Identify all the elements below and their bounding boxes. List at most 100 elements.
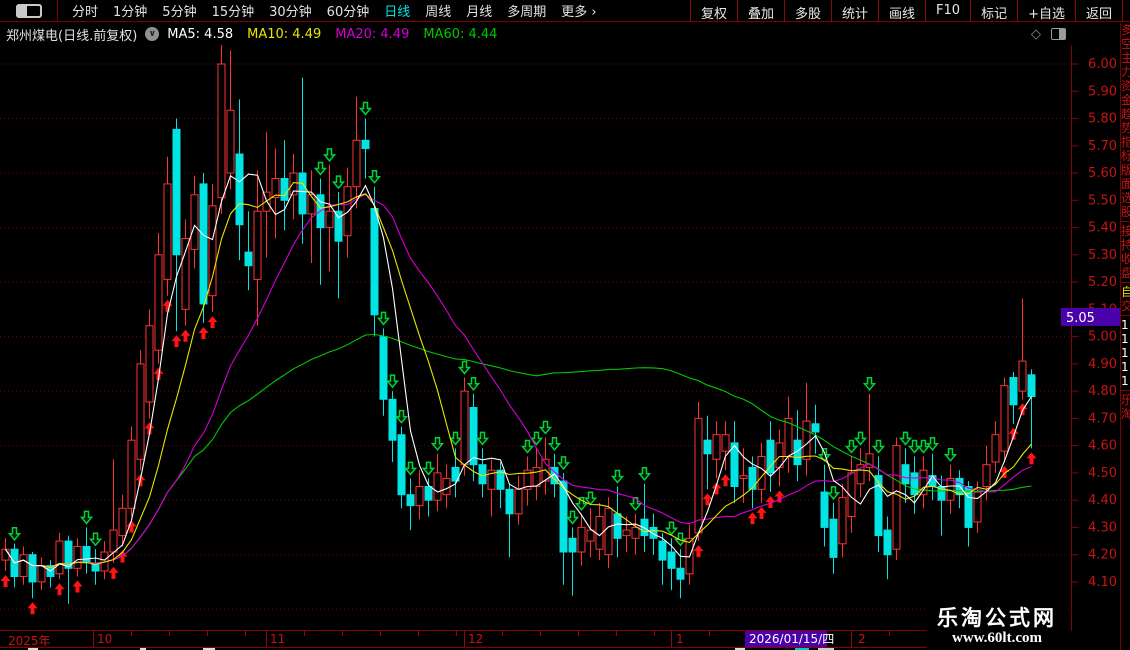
week-tick: [456, 631, 457, 636]
candle-up: [442, 477, 451, 496]
candle-down: [28, 554, 37, 583]
period-tabs: 分时 1分钟 5分钟 15分钟 30分钟 60分钟 日线 周线 月线 多周期 更多 ›: [58, 1, 597, 20]
topbar-button-5[interactable]: F10: [926, 0, 972, 22]
week-tick: [418, 631, 419, 636]
topbar-button-7[interactable]: +自选: [1018, 0, 1076, 22]
price-badge-value: 5.05: [1066, 311, 1095, 326]
strip-menu-char: 力: [1121, 65, 1130, 79]
candle-up: [982, 464, 991, 488]
candle-down: [658, 540, 667, 561]
week-tick: [889, 631, 890, 636]
tab-period-1[interactable]: 1分钟: [113, 1, 147, 20]
candle-down: [964, 486, 973, 528]
sell-signal-arrow-icon: [556, 456, 571, 471]
candle-up: [343, 186, 352, 237]
y-axis-label: 5.00: [1088, 330, 1117, 345]
chevron-down-icon[interactable]: ∨: [145, 27, 160, 41]
candle-up: [1, 548, 10, 561]
strip-menu-char: 面: [1121, 177, 1130, 191]
strip-menu-char: 自: [1121, 285, 1130, 299]
right-panel-strip[interactable]: 多空主力资金趋势指标版面选股接持收盘自交11111乐淘: [1120, 23, 1130, 650]
tab-period-4[interactable]: 30分钟: [269, 1, 312, 20]
candle-up: [604, 507, 613, 556]
candle-down: [613, 513, 622, 539]
week-tick: [578, 631, 579, 636]
candle-down: [379, 336, 388, 400]
tab-period-3[interactable]: 15分钟: [212, 1, 255, 20]
sell-signal-arrow-icon: [925, 437, 940, 451]
candle-up: [127, 439, 136, 509]
sell-signal-arrow-icon: [367, 169, 382, 184]
ma-label-2: MA20: 4.49: [335, 26, 410, 42]
sell-signal-arrow-icon: [466, 377, 481, 391]
topbar-button-8[interactable]: 返回: [1076, 0, 1123, 22]
layout-toggle-icon[interactable]: [15, 3, 42, 18]
y-axis-label: 4.60: [1088, 439, 1117, 454]
price-badge: 5.05: [1061, 308, 1120, 326]
week-tick: [207, 631, 208, 636]
strip-menu-char: 1: [1121, 318, 1129, 332]
candle-up: [739, 475, 748, 479]
sell-signal-arrow-icon: [565, 510, 580, 525]
sell-signal-arrow-icon: [358, 101, 373, 116]
tab-period-7[interactable]: 周线: [425, 1, 451, 20]
candle-up: [757, 456, 766, 490]
topbar-buttons: 复权 叠加 多股 统计 画线 F10 标记 +自选 返回: [689, 0, 1123, 22]
y-axis-label: 5.20: [1088, 275, 1117, 290]
strip-menu-char: 选: [1121, 191, 1130, 205]
sell-signal-arrow-icon: [916, 439, 931, 454]
tab-period-6[interactable]: 日线: [384, 1, 410, 20]
tab-period-10[interactable]: 更多 ›: [561, 1, 596, 20]
tab-period-8[interactable]: 月线: [466, 1, 492, 20]
candle-up: [622, 529, 631, 537]
candle-down: [280, 178, 289, 201]
sell-signal-arrow-icon: [403, 461, 418, 476]
selected-date-badge: 2026/01/15/四: [745, 631, 834, 647]
sell-signal-arrow-icon: [574, 497, 589, 511]
kline-chart[interactable]: 6.005.905.805.705.605.505.405.305.205.10…: [0, 45, 1120, 631]
ma-labels: MA5: 4.58 MA10: 4.49 MA20: 4.49 MA60: 4.44: [167, 27, 497, 42]
x-axis-label: 1: [676, 632, 684, 646]
week-tick: [502, 631, 503, 636]
candle-up: [163, 183, 172, 280]
x-axis-label: 11: [270, 632, 286, 646]
stock-title[interactable]: 郑州煤电(日线.前复权): [6, 25, 137, 44]
tab-period-9[interactable]: 多周期: [507, 1, 546, 20]
sell-signal-arrow-icon: [7, 527, 22, 541]
strip-menu-char: 交: [1121, 299, 1130, 313]
topbar-button-2[interactable]: 多股: [785, 0, 832, 22]
panes-icon[interactable]: [1051, 28, 1066, 40]
topbar-button-0[interactable]: 复权: [691, 0, 738, 22]
x-axis-label: 12: [468, 632, 484, 646]
week-tick: [304, 631, 305, 636]
sell-signal-arrow-icon: [898, 431, 913, 446]
candle-up: [1000, 385, 1009, 452]
candle-up: [892, 445, 901, 550]
y-axis-label: 5.40: [1088, 221, 1117, 236]
sell-signal-arrow-icon: [385, 374, 400, 389]
topbar-button-3[interactable]: 统计: [832, 0, 880, 22]
topbar-button-6[interactable]: 标记: [971, 0, 1019, 22]
strip-menu-char: 指: [1121, 135, 1130, 149]
strip-menu-char: 金: [1121, 93, 1130, 107]
candle-down: [883, 529, 892, 556]
diamond-icon[interactable]: ◇: [1031, 27, 1041, 42]
candle-up: [991, 434, 1000, 463]
candle-down: [820, 491, 829, 528]
strip-divider: [1121, 221, 1130, 222]
y-axis: 6.005.905.805.705.605.505.405.305.205.10…: [1071, 45, 1117, 631]
candle-up: [154, 254, 163, 351]
topbar-button-4[interactable]: 画线: [879, 0, 927, 22]
tab-period-2[interactable]: 5分钟: [162, 1, 196, 20]
sell-signal-arrow-icon: [88, 532, 103, 547]
strip-menu-char: 标: [1121, 149, 1130, 163]
candle-down: [1009, 377, 1018, 406]
strip-menu-char: 1: [1121, 332, 1129, 346]
week-tick: [380, 631, 381, 636]
candle-up: [352, 139, 361, 188]
candle-down: [397, 434, 406, 496]
x-axis-label: 10: [97, 632, 113, 646]
topbar-button-1[interactable]: 叠加: [738, 0, 785, 22]
tab-period-0[interactable]: 分时: [72, 1, 98, 20]
tab-period-5[interactable]: 60分钟: [327, 1, 370, 20]
